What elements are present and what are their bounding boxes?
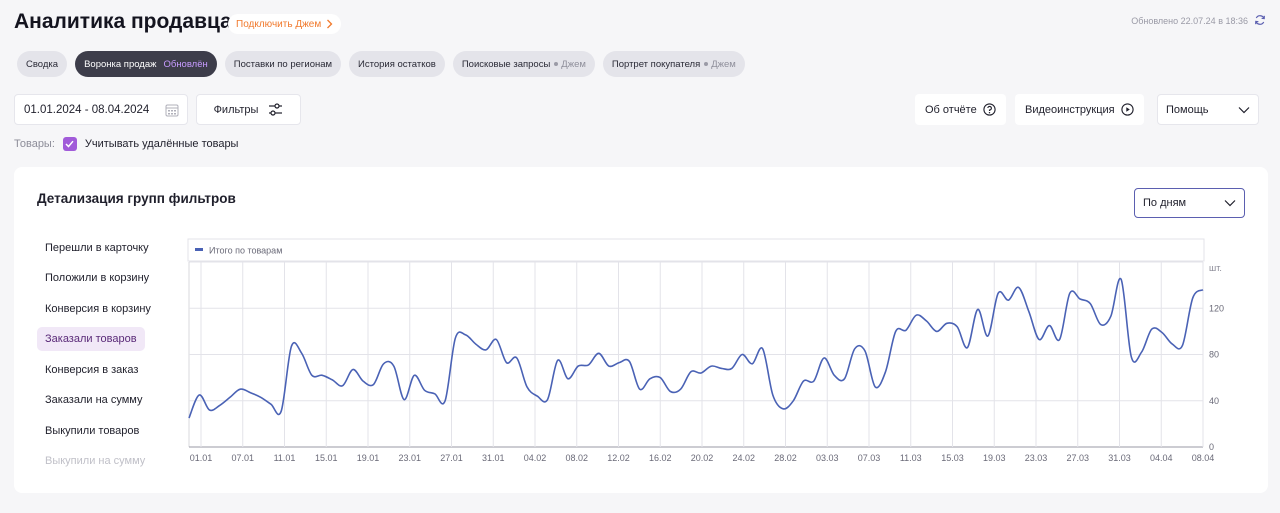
x-tick-label: 28.02 [774,453,797,463]
x-tick-label: 20.02 [691,453,714,463]
x-tick-label: 12.02 [607,453,630,463]
series-line [188,277,1204,419]
x-tick-label: 08.04 [1192,453,1215,463]
y-tick-label: 0 [1209,442,1214,452]
x-tick-label: 07.01 [231,453,254,463]
x-tick-label: 19.01 [357,453,380,463]
legend-box [187,238,1205,262]
x-axis-labels: 01.01 07.01 11.01 15.01 19.01 23.01 27.01 31.01… [190,453,1215,463]
x-tick-label: 04.04 [1150,453,1173,463]
chart-grid [188,261,1204,448]
y-tick-label: 80 [1209,350,1219,360]
x-tick-label: 27.03 [1066,453,1089,463]
orders-line-chart: Итого по товарам шт. 01.01 07.01 11.01 15.0… [187,238,1224,463]
x-tick-label: 03.03 [816,453,839,463]
y-tick-label: 40 [1209,396,1219,406]
legend-swatch [195,248,203,251]
x-tick-label: 27.01 [440,453,463,463]
x-tick-label: 31.03 [1108,453,1131,463]
y-tick-label: 120 [1209,303,1224,313]
x-tick-label: 08.02 [565,453,588,463]
x-tick-label: 31.01 [482,453,505,463]
x-tick-label: 11.01 [274,453,296,463]
x-tick-label: 23.01 [398,453,421,463]
x-tick-label: 15.01 [315,453,338,463]
y-axis-labels: 0 40 80 120 [1209,303,1224,452]
y-axis-unit: шт. [1209,263,1222,273]
x-tick-label: 04.02 [524,453,547,463]
x-tick-label: 07.03 [858,453,881,463]
x-tick-label: 24.02 [732,453,755,463]
x-tick-label: 15.03 [941,453,964,463]
x-tick-label: 11.03 [900,453,922,463]
x-tick-label: 23.03 [1025,453,1048,463]
x-tick-label: 16.02 [649,453,672,463]
x-tick-label: 01.01 [190,453,213,463]
x-tick-label: 19.03 [983,453,1006,463]
legend-label: Итого по товарам [209,246,282,256]
